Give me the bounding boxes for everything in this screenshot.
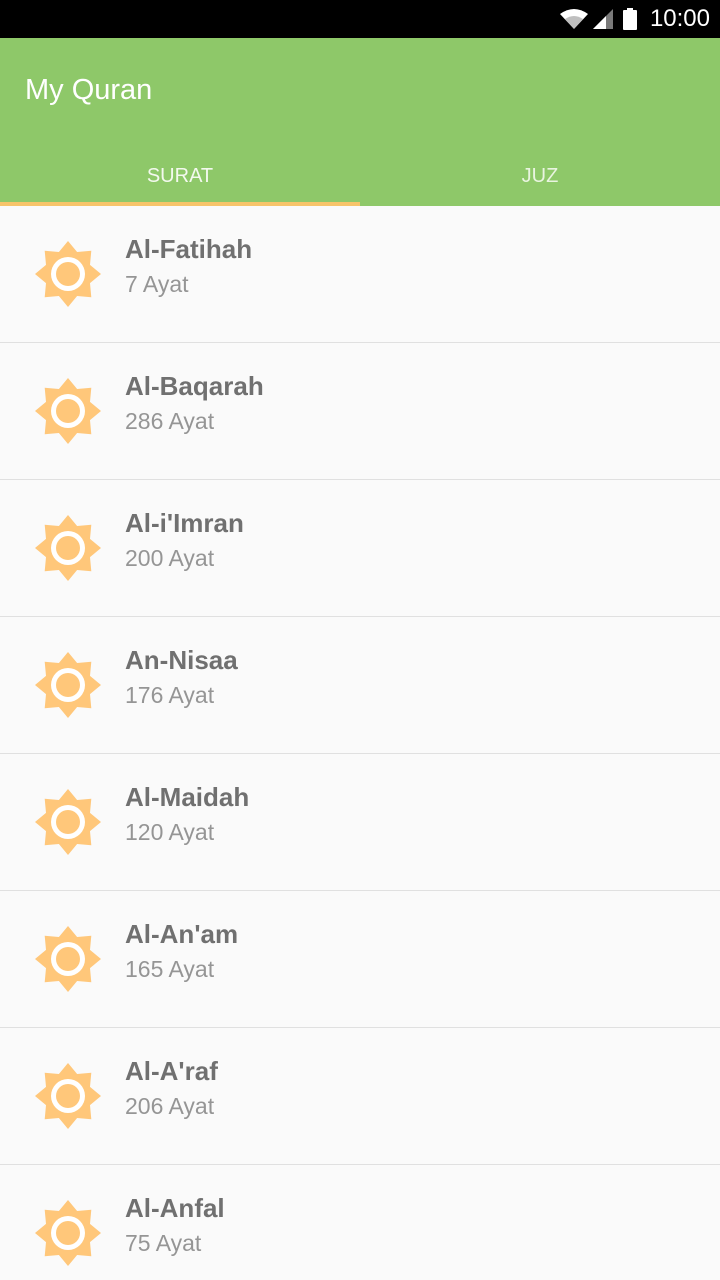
tab-juz[interactable]: JUZ xyxy=(360,146,720,206)
sun-icon xyxy=(35,515,101,581)
surat-ayat-count: 200 Ayat xyxy=(125,545,215,571)
surat-ayat-count: 165 Ayat xyxy=(125,956,215,982)
surat-name: Al-Fatihah xyxy=(125,234,253,264)
surat-name: Al-An'am xyxy=(125,919,239,949)
surat-name: Al-i'Imran xyxy=(125,508,244,538)
tab-bar: SURAT JUZ xyxy=(0,146,720,206)
list-item[interactable]: Al-Baqarah 286 Ayat xyxy=(0,343,720,480)
sun-icon xyxy=(35,241,101,307)
surat-name: Al-Maidah xyxy=(125,782,250,812)
app-bar: My Quran SURAT JUZ xyxy=(0,38,720,206)
sun-icon xyxy=(35,378,101,444)
sun-icon xyxy=(35,926,101,992)
list-item[interactable]: An-Nisaa 176 Ayat xyxy=(0,617,720,754)
list-item[interactable]: Al-Anfal 75 Ayat xyxy=(0,1165,720,1280)
surat-ayat-count: 75 Ayat xyxy=(125,1230,202,1256)
app-title: My Quran xyxy=(25,74,153,106)
list-item[interactable]: Al-Maidah 120 Ayat xyxy=(0,754,720,891)
list-item[interactable]: Al-A'raf 206 Ayat xyxy=(0,1028,720,1165)
surat-ayat-count: 120 Ayat xyxy=(125,819,215,845)
surat-name: Al-Anfal xyxy=(125,1193,225,1223)
surat-ayat-count: 176 Ayat xyxy=(125,682,215,708)
surat-list: Al-Fatihah 7 Ayat Al-Baqarah 286 Ayat Al… xyxy=(0,206,720,1280)
sun-icon xyxy=(35,789,101,855)
status-icons: 10:00 xyxy=(558,0,710,38)
surat-name: An-Nisaa xyxy=(125,645,238,675)
tab-surat[interactable]: SURAT xyxy=(0,146,360,206)
list-item[interactable]: Al-An'am 165 Ayat xyxy=(0,891,720,1028)
list-item[interactable]: Al-Fatihah 7 Ayat xyxy=(0,206,720,343)
surat-name: Al-A'raf xyxy=(125,1056,218,1086)
list-item[interactable]: Al-i'Imran 200 Ayat xyxy=(0,480,720,617)
sun-icon xyxy=(35,1063,101,1129)
tab-surat-label: SURAT xyxy=(146,164,214,187)
surat-ayat-count: 286 Ayat xyxy=(125,408,215,434)
wifi-icon xyxy=(558,7,590,31)
status-clock: 10:00 xyxy=(649,5,710,32)
surat-name: Al-Baqarah xyxy=(125,371,264,401)
status-bar: 10:00 xyxy=(0,0,720,38)
surat-ayat-count: 7 Ayat xyxy=(125,271,189,297)
sun-icon xyxy=(35,652,101,718)
surat-ayat-count: 206 Ayat xyxy=(125,1093,215,1119)
signal-icon xyxy=(592,7,614,31)
sun-icon xyxy=(35,1200,101,1266)
tab-juz-label: JUZ xyxy=(521,164,559,187)
battery-icon xyxy=(622,7,638,31)
